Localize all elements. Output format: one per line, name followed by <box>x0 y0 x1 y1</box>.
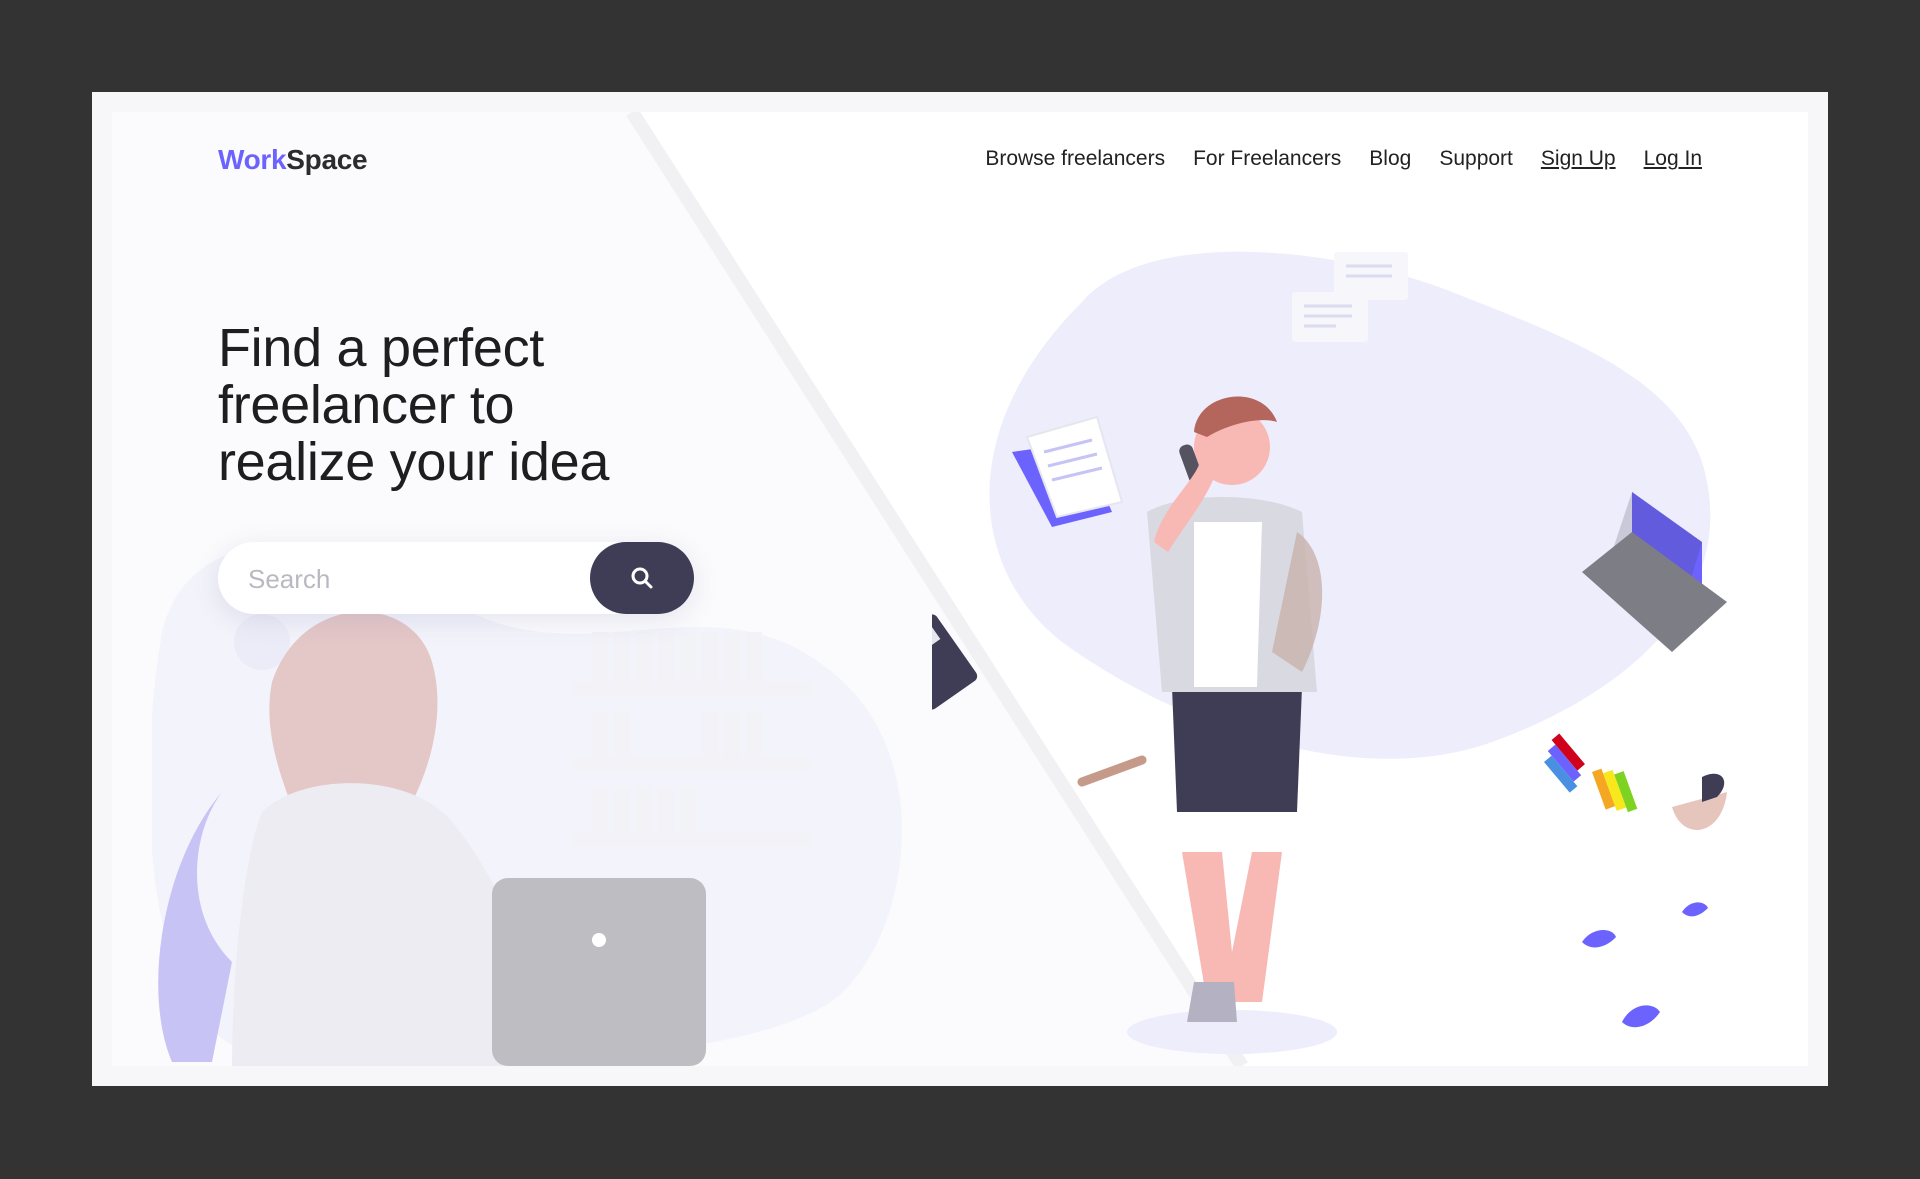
nav-browse-freelancers[interactable]: Browse freelancers <box>985 147 1165 171</box>
hero-title-line2: freelancer to <box>218 375 515 435</box>
main-nav: Browse freelancers For Freelancers Blog … <box>985 147 1702 171</box>
nav-for-freelancers[interactable]: For Freelancers <box>1193 147 1341 171</box>
hero-title: Find a perfect freelancer to realize you… <box>218 320 758 491</box>
landing-page: WorkSpace Browse freelancers For Freelan… <box>112 112 1808 1066</box>
search-bar <box>218 542 694 616</box>
search-input[interactable] <box>246 542 580 616</box>
hero-title-line1: Find a perfect <box>218 318 544 378</box>
man-on-phone-illustration <box>932 251 1727 1054</box>
brand-logo-part1: Work <box>218 144 287 175</box>
search-icon <box>631 567 653 589</box>
page-frame: WorkSpace Browse freelancers For Freelan… <box>92 92 1828 1086</box>
brand-logo[interactable]: WorkSpace <box>218 144 368 176</box>
nav-blog[interactable]: Blog <box>1369 147 1411 171</box>
nav-sign-up[interactable]: Sign Up <box>1541 147 1616 171</box>
hero-title-line3: realize your idea <box>218 432 610 492</box>
brand-logo-part2: Space <box>286 144 368 175</box>
search-button[interactable] <box>590 542 694 614</box>
nav-support[interactable]: Support <box>1439 147 1513 171</box>
nav-log-in[interactable]: Log In <box>1644 147 1702 171</box>
